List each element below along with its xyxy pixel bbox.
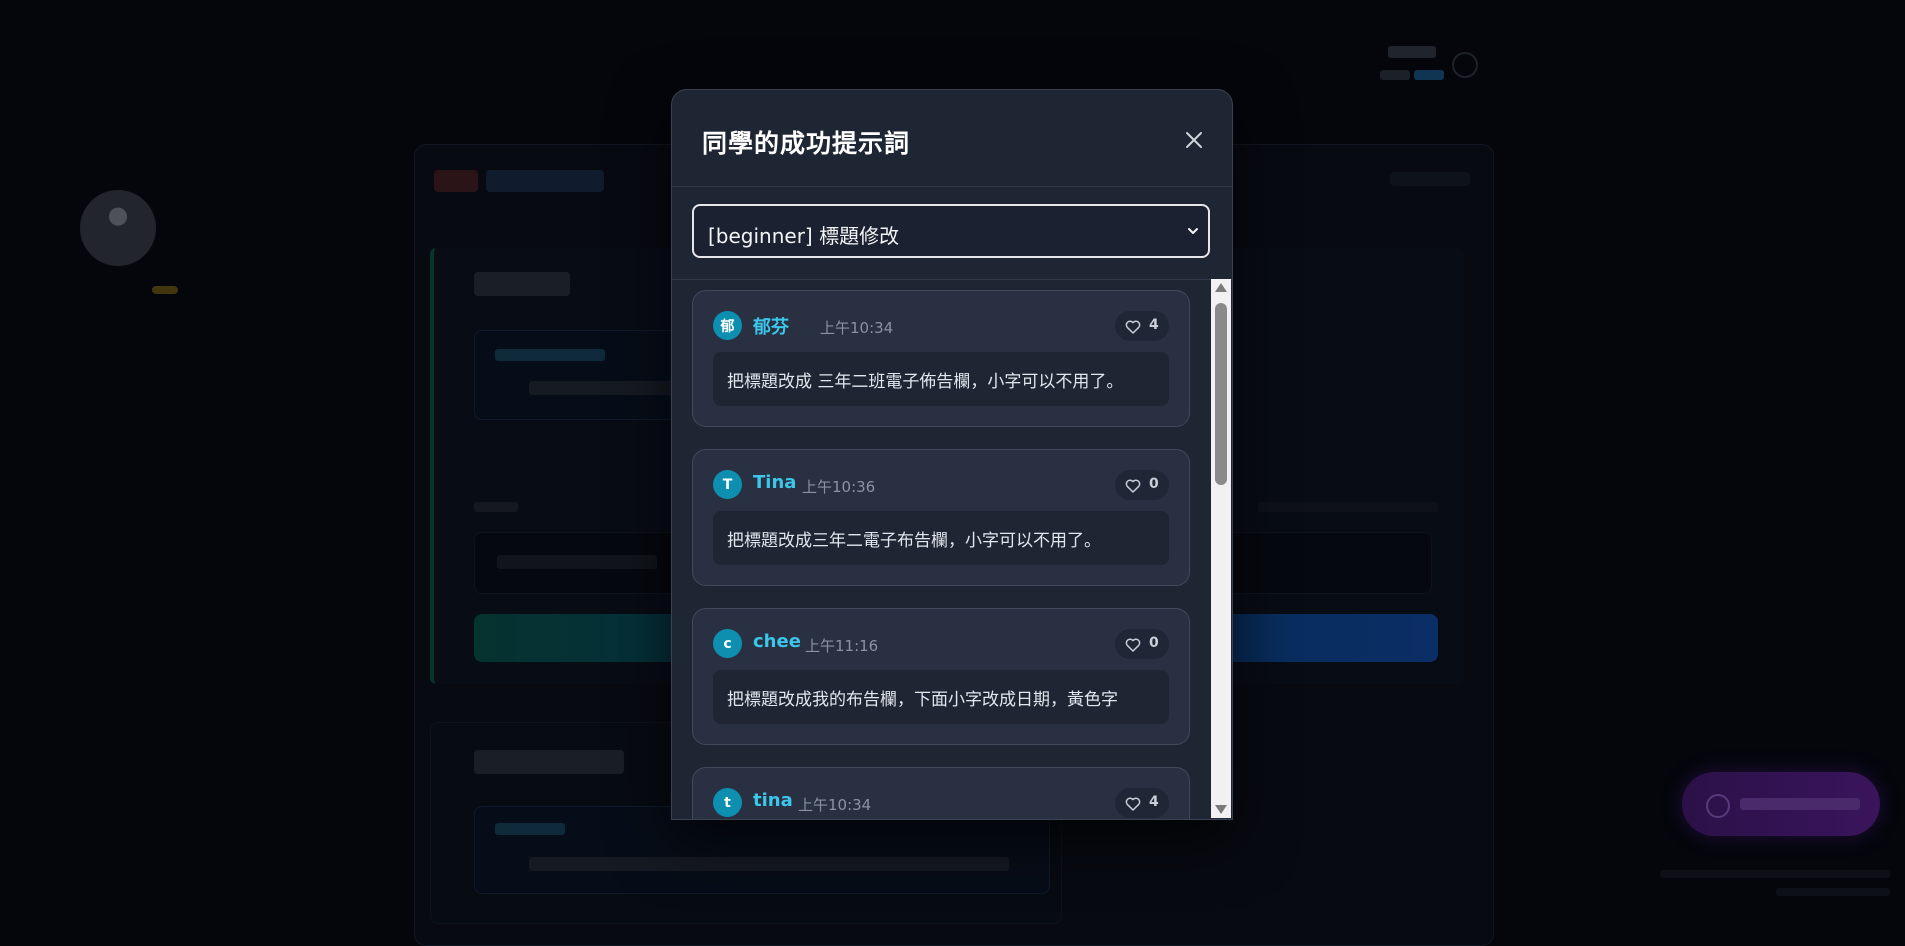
post-time: 上午10:34 (798, 796, 872, 814)
heart-icon (1125, 320, 1141, 334)
post-time: 上午10:36 (802, 478, 876, 496)
like-count: 4 (1149, 317, 1159, 333)
footer-text (1660, 870, 1890, 878)
prompt-list-scrollbar[interactable] (1211, 279, 1231, 818)
avatar: c (713, 629, 742, 658)
like-button[interactable]: 0 (1115, 470, 1169, 500)
lesson-card-actions (1390, 172, 1470, 186)
task-title (474, 272, 570, 296)
prompt-text-box: 把標題改成 三年二班電子佈告欄，小字可以不用了。 (713, 352, 1169, 406)
heart-icon (1125, 797, 1141, 811)
list-item: T Tina 上午10:36 0 把標題改成三年二電子布告欄，小字可以不用了。 (692, 449, 1190, 586)
scrollbar-thumb[interactable] (1215, 303, 1227, 485)
author-name: 郁芬 (753, 317, 789, 338)
post-time: 上午11:16 (805, 637, 879, 655)
user-avatar (80, 190, 156, 266)
prompt-text: 把標題改成三年二電子布告欄，小字可以不用了。 (727, 531, 1101, 551)
lesson-select[interactable]: [beginner] 標題修改 (692, 204, 1210, 258)
prompt-text-box: 把標題改成三年二電子布告欄，小字可以不用了。 (713, 511, 1169, 565)
like-button[interactable]: 0 (1115, 629, 1169, 659)
close-button[interactable] (1180, 126, 1208, 154)
avatar: t (713, 788, 742, 817)
chevron-down-icon (1188, 228, 1198, 234)
list-item: 郁 郁芬 上午10:34 4 把標題改成 三年二班電子佈告欄，小字可以不用了。 (692, 290, 1190, 427)
like-count: 4 (1149, 794, 1159, 810)
heart-icon (1125, 479, 1141, 493)
prompt-text: 把標題改成我的布告欄，下面小字改成日期，黃色字 (727, 690, 1118, 710)
author-name: chee (753, 631, 801, 652)
prompt-text: 把標題改成 三年二班電子佈告欄，小字可以不用了。 (727, 372, 1124, 392)
like-button[interactable]: 4 (1115, 311, 1169, 341)
author-name: tina (753, 790, 793, 811)
prompt-list: 郁 郁芬 上午10:34 4 把標題改成 三年二班電子佈告欄，小字可以不用了。 … (672, 280, 1214, 819)
success-prompts-modal: 同學的成功提示詞 [beginner] 標題修改 郁 郁芬 上午10:34 4 … (671, 89, 1233, 820)
lesson-select-value: [beginner] 標題修改 (708, 224, 900, 248)
like-count: 0 (1149, 635, 1159, 651)
top-right-status (1380, 42, 1450, 88)
list-item: t tina 上午10:34 4 (692, 767, 1190, 819)
floating-help-button (1682, 772, 1880, 836)
avatar: 郁 (713, 311, 742, 340)
lesson-card-heading (434, 170, 604, 192)
modal-header: 同學的成功提示詞 (672, 90, 1232, 187)
footer-text-2 (1776, 888, 1890, 896)
avatar: T (713, 470, 742, 499)
filter-bar: [beginner] 標題修改 (672, 187, 1232, 280)
like-button[interactable]: 4 (1115, 788, 1169, 818)
close-icon (1186, 132, 1202, 148)
list-item: c chee 上午11:16 0 把標題改成我的布告欄，下面小字改成日期，黃色字 (692, 608, 1190, 745)
like-count: 0 (1149, 476, 1159, 492)
scroll-up-arrow-icon[interactable] (1215, 283, 1227, 292)
prompt-text-box: 把標題改成我的布告欄，下面小字改成日期，黃色字 (713, 670, 1169, 724)
task-title-2 (474, 750, 624, 774)
heart-icon (1125, 638, 1141, 652)
prompt-label (474, 502, 518, 512)
scroll-down-arrow-icon[interactable] (1215, 805, 1227, 814)
user-level-badge (152, 286, 178, 294)
modal-title: 同學的成功提示詞 (702, 129, 911, 158)
settings-icon (1452, 52, 1478, 78)
post-time: 上午10:34 (820, 319, 894, 337)
author-name: Tina (753, 472, 797, 493)
prompt-hint (1258, 502, 1438, 512)
